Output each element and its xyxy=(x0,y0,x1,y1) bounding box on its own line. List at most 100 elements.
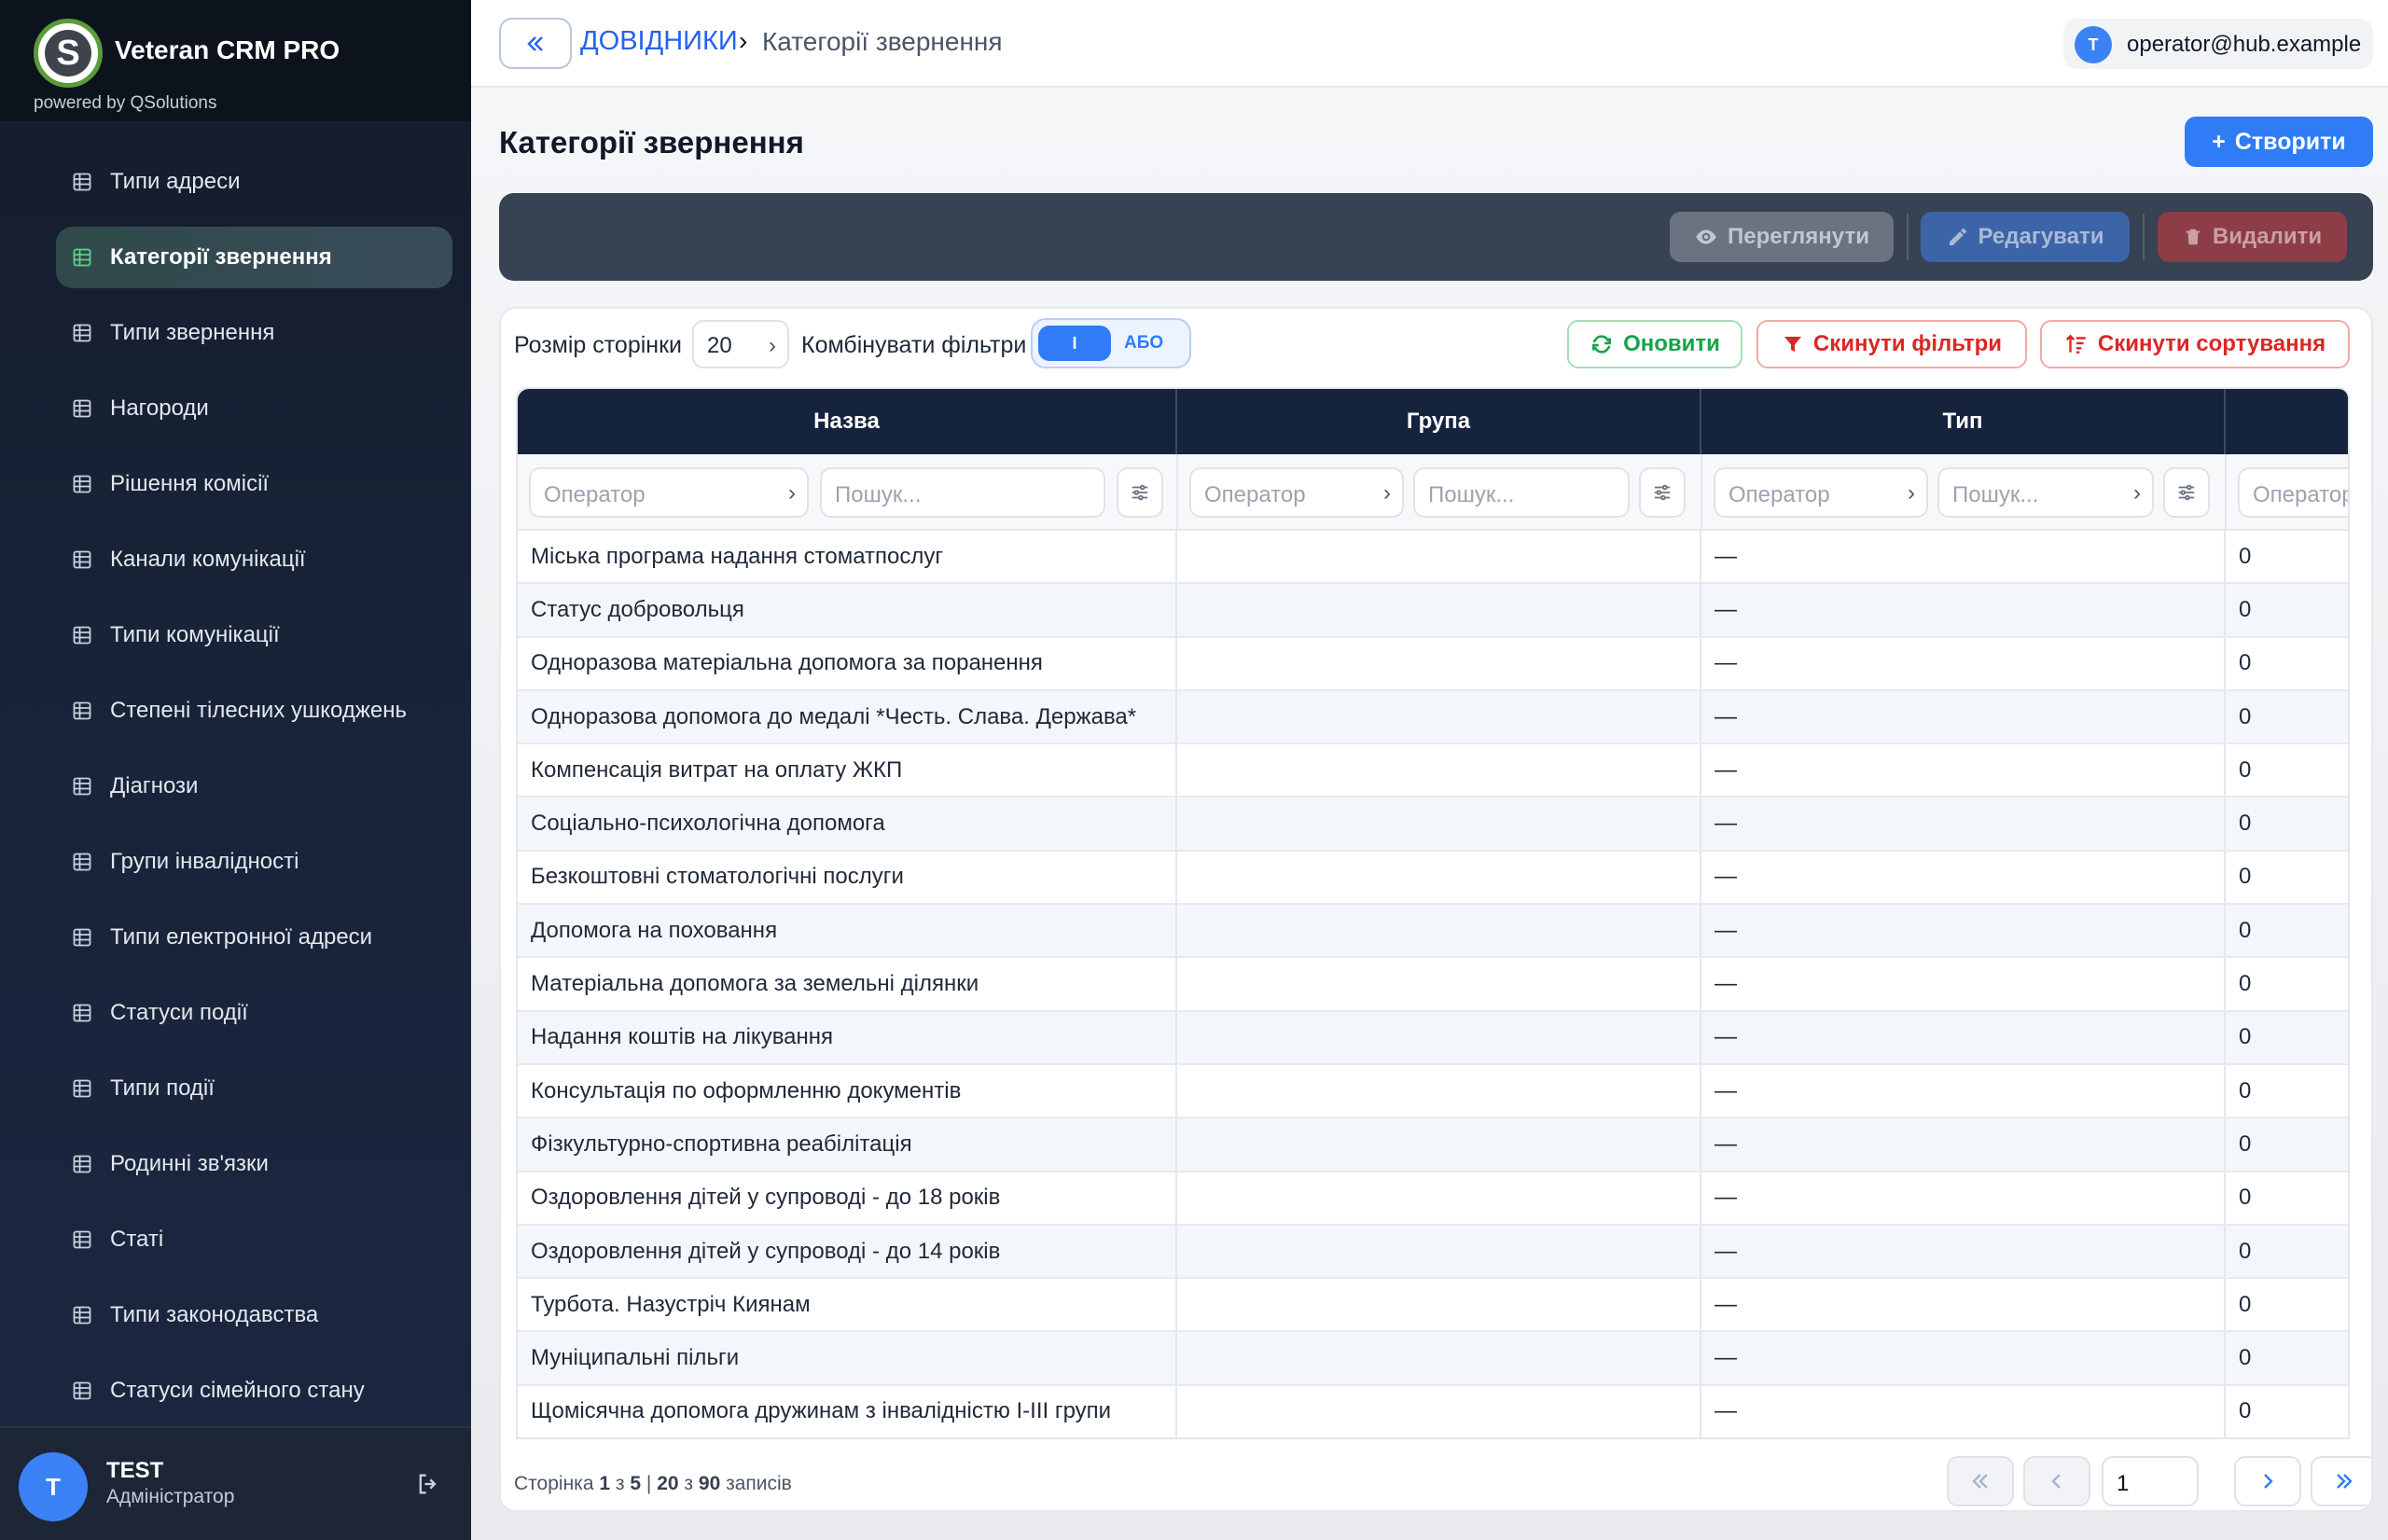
column-header-extra[interactable] xyxy=(2226,389,2348,454)
sidebar-item[interactable]: Діагнози xyxy=(56,756,452,817)
table-icon xyxy=(73,1381,91,1400)
table-body: Міська програма надання стоматпослуг —0 Ст… xyxy=(518,531,2348,1437)
cell-extra: 0 xyxy=(2239,1024,2252,1050)
table-row[interactable]: Допомога на поховання — 0 xyxy=(518,905,2348,959)
view-button[interactable]: Переглянути xyxy=(1670,212,1894,262)
page-number-input[interactable]: 1 xyxy=(2102,1456,2199,1506)
cell-name: Статус добровольця xyxy=(518,584,1177,636)
sidebar-item[interactable]: Нагороди xyxy=(56,378,452,439)
table-icon xyxy=(73,701,91,720)
user-name: TEST xyxy=(106,1458,164,1483)
table-row[interactable]: Безкоштовні стоматологічні послуги — 0 xyxy=(518,851,2348,906)
sidebar-item[interactable]: Канали комунікації xyxy=(56,529,452,590)
avatar[interactable]: T xyxy=(19,1452,88,1521)
table-row[interactable]: Муніципальні пільги — 0 xyxy=(518,1332,2348,1386)
create-button[interactable]: + Створити xyxy=(2185,117,2373,167)
search-select[interactable]: Пошук... › xyxy=(1937,467,2154,518)
reset-sort-button[interactable]: Скинути сортування xyxy=(2040,320,2350,368)
filter-options-button[interactable] xyxy=(1639,467,1686,518)
search-input[interactable]: Пошук... xyxy=(820,467,1105,518)
cell-name: Одноразова допомога до медалі *Честь. Сл… xyxy=(518,690,1177,743)
table-row[interactable]: Турбота. Назустріч Киянам — 0 xyxy=(518,1279,2348,1333)
sidebar-item[interactable]: Типи події xyxy=(56,1058,452,1119)
table-row[interactable]: Щомісячна допомога дружинам з інвалідніс… xyxy=(518,1385,2348,1437)
sidebar-item[interactable]: Типи адреси xyxy=(56,151,452,213)
sidebar-item[interactable]: Степені тілесних ушкоджень xyxy=(56,680,452,742)
first-page-button[interactable] xyxy=(1947,1456,2014,1506)
operator-placeholder: Оператор xyxy=(2253,482,2350,507)
delete-button[interactable]: Видалити xyxy=(2158,212,2347,262)
table-row[interactable]: Фізкультурно-спортивна реабілітація — 0 xyxy=(518,1118,2348,1172)
cell-name: Оздоровлення дітей у супроводі - до 18 р… xyxy=(518,1172,1177,1224)
cell-name: Фізкультурно-спортивна реабілітація xyxy=(518,1118,1177,1171)
of-word: з xyxy=(615,1473,625,1494)
cell-name: Турбота. Назустріч Киянам xyxy=(518,1279,1177,1331)
sidebar-item[interactable]: Типи електронної адреси xyxy=(56,907,452,968)
table-row[interactable]: Компенсація витрат на оплату ЖКП — 0 xyxy=(518,744,2348,798)
table-row[interactable]: Надання коштів на лікування — 0 xyxy=(518,1011,2348,1065)
cell-type: — xyxy=(1701,905,2226,957)
operator-select[interactable]: Оператор › xyxy=(529,467,809,518)
table-row[interactable]: Консультація по оформленню документів — 0 xyxy=(518,1064,2348,1119)
chevron-right-icon: › xyxy=(2133,480,2141,506)
sidebar-item-label: Типи комунікації xyxy=(110,622,280,647)
table-row[interactable]: Оздоровлення дітей у супроводі - до 14 р… xyxy=(518,1225,2348,1280)
table-row[interactable]: Матеріальна допомога за земельні ділянки… xyxy=(518,958,2348,1012)
sidebar-item[interactable]: Статуси події xyxy=(56,982,452,1044)
sidebar-item[interactable]: Типи законодавства xyxy=(56,1284,452,1346)
table-row[interactable]: Одноразова допомога до медалі *Честь. Сл… xyxy=(518,690,2348,745)
double-chevron-left-icon xyxy=(1972,1474,1988,1489)
sidebar-item[interactable]: Статі xyxy=(56,1209,452,1270)
next-page-button[interactable] xyxy=(2234,1456,2301,1506)
column-header-group[interactable]: Група xyxy=(1177,389,1701,454)
user-menu[interactable]: T operator@hub.example xyxy=(2063,19,2373,69)
records-shown: 20 xyxy=(657,1473,679,1494)
sliders-icon xyxy=(1654,484,1671,501)
search-input[interactable]: Пошук... xyxy=(1413,467,1630,518)
of-word: з xyxy=(684,1473,694,1494)
prev-page-button[interactable] xyxy=(2023,1456,2090,1506)
operator-select[interactable]: Оператор › xyxy=(1714,467,1928,518)
table-row[interactable]: Одноразова матеріальна допомога за поран… xyxy=(518,637,2348,691)
reset-filters-button[interactable]: Скинути фільтри xyxy=(1756,320,2027,368)
operator-select[interactable]: Оператор xyxy=(2238,467,2350,518)
filter-options-button[interactable] xyxy=(1117,467,1163,518)
combine-and-option[interactable]: І xyxy=(1038,326,1111,361)
sidebar-item[interactable]: Групи інвалідності xyxy=(56,831,452,893)
last-page-button[interactable] xyxy=(2311,1456,2371,1506)
page-size-select[interactable]: 20 › xyxy=(692,320,789,368)
cell-group xyxy=(1177,531,1701,583)
cell-name: Матеріальна допомога за земельні ділянки xyxy=(518,958,1177,1010)
chevron-right-icon: › xyxy=(1383,480,1391,506)
table-row[interactable]: Соціально-психологічна допомога — 0 xyxy=(518,798,2348,852)
logout-icon[interactable] xyxy=(415,1471,441,1497)
breadcrumb-root-link[interactable]: ДОВІДНИКИ xyxy=(580,26,738,57)
sidebar: S Veteran CRM PRO powered by QSolutions … xyxy=(0,0,471,1540)
cell-extra: 0 xyxy=(2239,703,2252,729)
filter-options-button[interactable] xyxy=(2163,467,2210,518)
search-placeholder: Пошук... xyxy=(1952,482,2039,507)
operator-select[interactable]: Оператор › xyxy=(1189,467,1404,518)
combine-filters-toggle[interactable]: І АБО xyxy=(1031,318,1191,368)
table-row[interactable]: Міська програма надання стоматпослуг — 0 xyxy=(518,531,2348,585)
table-row[interactable]: Оздоровлення дітей у супроводі - до 18 р… xyxy=(518,1172,2348,1226)
sidebar-item[interactable]: Типи звернення xyxy=(56,302,452,364)
sidebar-item[interactable]: Типи комунікації xyxy=(56,604,452,666)
cell-type: — xyxy=(1701,1172,2226,1224)
combine-or-option[interactable]: АБО xyxy=(1124,333,1163,354)
collapse-sidebar-button[interactable] xyxy=(499,18,572,69)
sidebar-item[interactable]: Категорії звернення xyxy=(56,227,452,288)
cell-extra: 0 xyxy=(2239,864,2252,890)
edit-button[interactable]: Редагувати xyxy=(1921,212,2130,262)
refresh-button[interactable]: Оновити xyxy=(1567,320,1742,368)
sidebar-item-label: Категорії звернення xyxy=(110,244,332,270)
double-chevron-right-icon xyxy=(2337,1474,2353,1489)
chevron-left-icon xyxy=(2051,1474,2061,1489)
table-row[interactable]: Статус добровольця — 0 xyxy=(518,584,2348,638)
column-header-name[interactable]: Назва xyxy=(518,389,1177,454)
sidebar-item[interactable]: Рішення комісії xyxy=(56,453,452,515)
sidebar-item[interactable]: Статуси сімейного стану xyxy=(56,1360,452,1422)
sidebar-item[interactable]: Родинні зв'язки xyxy=(56,1133,452,1195)
brand-logo: S xyxy=(34,19,103,88)
column-header-type[interactable]: Тип xyxy=(1701,389,2226,454)
